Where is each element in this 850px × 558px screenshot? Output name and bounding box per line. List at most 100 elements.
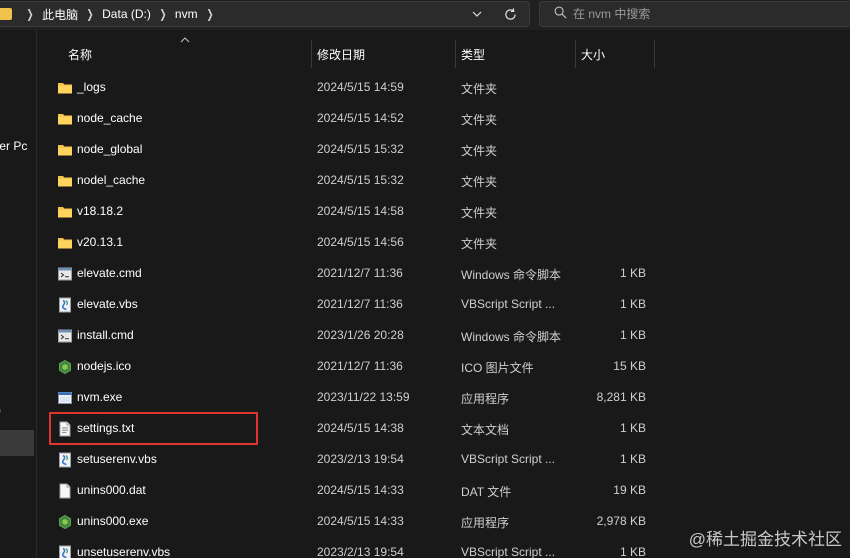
file-type: VBScript Script ... <box>461 545 556 558</box>
file-name: node_cache <box>77 111 143 125</box>
file-row[interactable]: v20.13.1 2024/5/15 14:56 文件夹 <box>48 227 850 258</box>
file-type: Windows 命令脚本 <box>461 268 562 282</box>
cmd-script-icon <box>57 328 73 344</box>
file-modified-date: 2021/12/7 11:36 <box>317 359 403 373</box>
folder-icon <box>57 235 73 251</box>
address-bar[interactable]: ❯ 此电脑 ❯ Data (D:) ❯ nvm ❯ <box>0 1 530 27</box>
file-row[interactable]: elevate.cmd 2021/12/7 11:36 Windows 命令脚本 1 … <box>48 258 850 289</box>
file-modified-date: 2024/5/15 14:56 <box>317 235 404 249</box>
file-row[interactable]: _logs 2024/5/15 14:59 文件夹 <box>48 72 850 103</box>
file-row[interactable]: node_cache 2024/5/15 14:52 文件夹 <box>48 103 850 134</box>
file-modified-date: 2023/1/26 20:28 <box>317 328 404 342</box>
chevron-right-icon[interactable]: ❯ <box>206 7 213 21</box>
file-size: 1 KB <box>619 328 646 342</box>
column-type-label: 类型 <box>461 47 486 62</box>
folder-icon <box>57 142 73 158</box>
file-name: unins000.dat <box>77 483 146 497</box>
file-name: unins000.exe <box>77 514 149 528</box>
cmd-script-icon <box>57 266 73 282</box>
file-size: 1 KB <box>619 297 646 311</box>
file-type: 文件夹 <box>461 175 498 189</box>
text-document-icon <box>57 421 73 437</box>
column-header-name[interactable]: 名称 <box>68 40 310 68</box>
file-modified-date: 2023/2/13 19:54 <box>317 545 404 558</box>
breadcrumb-nvm[interactable]: nvm <box>175 7 198 21</box>
folder-icon <box>57 111 73 127</box>
file-size: 1 KB <box>619 452 646 466</box>
file-name: unsetuserenv.vbs <box>77 545 171 558</box>
file-row[interactable]: setuserenv.vbs 2023/2/13 19:54 VBScript Sc… <box>48 444 850 475</box>
vbs-script-icon <box>57 297 73 313</box>
chevron-right-icon[interactable]: ❯ <box>87 7 94 21</box>
breadcrumb-this-pc[interactable]: 此电脑 <box>42 6 78 23</box>
folder-icon <box>0 8 12 20</box>
file-type: Windows 命令脚本 <box>461 330 562 344</box>
pane-divider[interactable] <box>36 30 37 558</box>
navigation-pane: ster Pc ) <box>0 30 36 558</box>
column-header-type[interactable]: 类型 <box>461 40 573 68</box>
file-modified-date: 2024/5/15 14:33 <box>317 514 404 528</box>
column-size-label: 大小 <box>581 47 606 62</box>
file-modified-date: 2021/12/7 11:36 <box>317 266 403 280</box>
file-name: nodejs.ico <box>77 359 132 373</box>
nav-item-selected[interactable] <box>0 430 34 456</box>
column-divider[interactable] <box>575 40 576 68</box>
file-size: 2,978 KB <box>596 514 646 528</box>
file-row[interactable]: unins000.dat 2024/5/15 14:33 DAT 文件 19 KB <box>48 475 850 506</box>
file-modified-date: 2021/12/7 11:36 <box>317 297 403 311</box>
file-row[interactable]: nodejs.ico 2021/12/7 11:36 ICO 图片文件 15 KB <box>48 351 850 382</box>
file-row[interactable]: elevate.vbs 2021/12/7 11:36 VBScript Scrip… <box>48 289 850 320</box>
chevron-right-icon: ❯ <box>26 7 34 21</box>
file-name: install.cmd <box>77 328 134 342</box>
search-box[interactable] <box>539 1 850 27</box>
chevron-down-icon[interactable] <box>467 2 487 26</box>
file-type: VBScript Script ... <box>461 297 556 311</box>
vbs-script-icon <box>57 545 73 558</box>
search-input[interactable] <box>573 7 823 21</box>
file-size: 8,281 KB <box>596 390 646 404</box>
file-name: elevate.vbs <box>77 297 138 311</box>
nav-item-truncated-drive[interactable]: ) <box>0 403 1 417</box>
file-row[interactable]: node_global 2024/5/15 15:32 文件夹 <box>48 134 850 165</box>
breadcrumb-drive[interactable]: Data (D:) <box>102 7 151 21</box>
file-modified-date: 2024/5/15 15:32 <box>317 142 404 156</box>
blank-file-icon <box>57 483 73 499</box>
file-size: 1 KB <box>619 545 646 558</box>
folder-icon <box>57 80 73 96</box>
file-row[interactable]: v18.18.2 2024/5/15 14:58 文件夹 <box>48 196 850 227</box>
file-row[interactable]: nodel_cache 2024/5/15 15:32 文件夹 <box>48 165 850 196</box>
file-modified-date: 2024/5/15 14:33 <box>317 483 404 497</box>
file-type: 文件夹 <box>461 206 498 220</box>
file-type: VBScript Script ... <box>461 452 556 466</box>
file-type: 文件夹 <box>461 113 498 127</box>
file-type: 文件夹 <box>461 144 498 158</box>
file-name: node_global <box>77 142 143 156</box>
column-header-size[interactable]: 大小 <box>581 40 653 68</box>
file-modified-date: 2024/5/15 14:59 <box>317 80 404 94</box>
column-header-date[interactable]: 修改日期 <box>317 40 454 68</box>
vbs-script-icon <box>57 452 73 468</box>
file-modified-date: 2024/5/15 14:58 <box>317 204 404 218</box>
column-divider[interactable] <box>455 40 456 68</box>
column-date-label: 修改日期 <box>317 47 366 62</box>
file-modified-date: 2023/2/13 19:54 <box>317 452 404 466</box>
column-name-label: 名称 <box>68 47 93 62</box>
refresh-icon[interactable] <box>497 2 523 26</box>
folder-icon <box>57 204 73 220</box>
file-row[interactable]: install.cmd 2023/1/26 20:28 Windows 命令脚本 1 … <box>48 320 850 351</box>
file-name: v18.18.2 <box>77 204 124 218</box>
column-divider[interactable] <box>311 40 312 68</box>
nav-item-truncated[interactable]: ster Pc <box>0 139 27 153</box>
file-type: 文件夹 <box>461 82 498 96</box>
file-row[interactable]: nvm.exe 2023/11/22 13:59 应用程序 8,281 KB <box>48 382 850 413</box>
search-icon <box>554 6 567 22</box>
watermark: @稀土掘金技术社区 <box>688 530 842 549</box>
file-modified-date: 2023/11/22 13:59 <box>317 390 410 404</box>
chevron-right-icon[interactable]: ❯ <box>159 7 166 21</box>
file-row[interactable]: settings.txt 2024/5/15 14:38 文本文档 1 KB <box>48 413 850 444</box>
file-type: 应用程序 <box>461 516 510 530</box>
file-size: 1 KB <box>619 266 646 280</box>
file-name: nodel_cache <box>77 173 146 187</box>
file-name: elevate.cmd <box>77 266 142 280</box>
column-divider[interactable] <box>654 40 655 68</box>
